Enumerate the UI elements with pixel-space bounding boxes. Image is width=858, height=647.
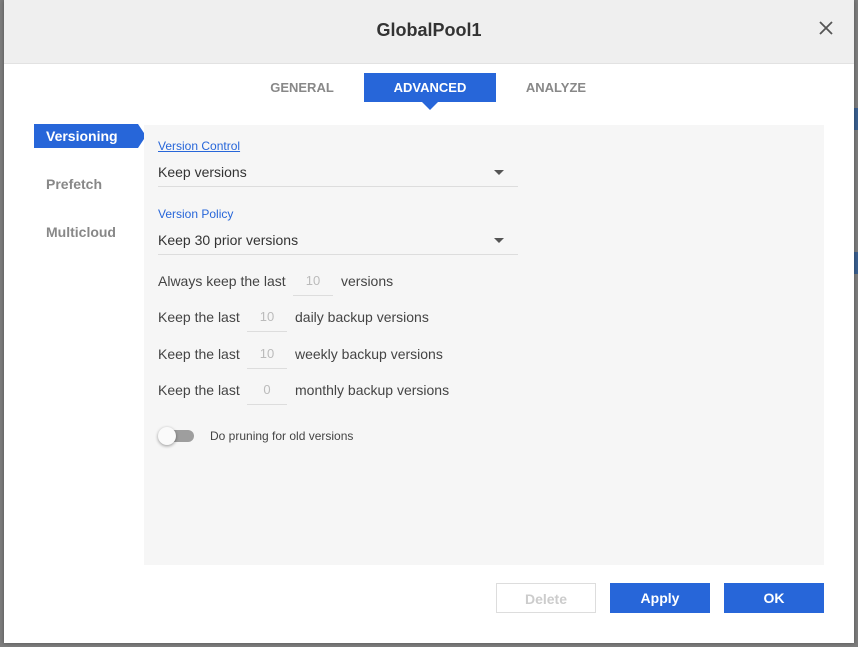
toggle-knob [158,427,176,445]
dialog-titlebar: GlobalPool1 [4,0,854,64]
tab-analyze[interactable]: ANALYZE [506,73,606,102]
version-control-label: Version Control [158,139,241,153]
weekly-suffix: weekly backup versions [295,346,443,362]
always-keep-prefix: Always keep the last [158,273,286,289]
caret-down-icon [494,238,504,243]
version-policy-select[interactable]: Keep 30 prior versions [158,226,518,255]
sidebar-item-multicloud[interactable]: Multicloud [34,220,116,244]
delete-button[interactable]: Delete [496,583,596,613]
tab-bar: GENERAL ADVANCED ANALYZE [4,73,854,110]
sidebar-item-prefetch[interactable]: Prefetch [34,172,102,196]
version-policy-value: Keep 30 prior versions [158,232,299,248]
version-control-value: Keep versions [158,164,247,180]
weekly-prefix: Keep the last [158,346,240,362]
weekly-input[interactable] [247,339,287,369]
sidebar-item-versioning[interactable]: Versioning [34,124,146,148]
dialog-title: GlobalPool1 [376,20,482,40]
always-keep-input[interactable] [293,266,333,296]
monthly-suffix: monthly backup versions [295,382,450,398]
ok-button[interactable]: OK [724,583,824,613]
close-icon[interactable] [816,18,836,38]
daily-row: Keep the last daily backup versions [158,302,558,332]
daily-input[interactable] [247,302,287,332]
monthly-input[interactable] [247,375,287,405]
always-keep-suffix: versions [341,273,394,289]
apply-button[interactable]: Apply [610,583,710,613]
version-policy-label: Version Policy [158,207,234,221]
daily-suffix: daily backup versions [295,309,429,325]
versioning-panel: Version Control Keep versions Version Po… [144,125,824,565]
pool-settings-dialog: GlobalPool1 GENERAL ADVANCED ANALYZE Ver… [4,0,854,643]
version-control-select[interactable]: Keep versions [158,158,518,187]
weekly-row: Keep the last weekly backup versions [158,339,558,369]
always-keep-row: Always keep the last versions [158,266,558,296]
pruning-toggle[interactable] [158,427,194,445]
tab-general[interactable]: GENERAL [252,73,352,102]
monthly-prefix: Keep the last [158,382,240,398]
caret-down-icon [494,170,504,175]
tab-advanced[interactable]: ADVANCED [364,73,496,110]
pruning-label: Do pruning for old versions [210,429,354,443]
daily-prefix: Keep the last [158,309,240,325]
monthly-row: Keep the last monthly backup versions [158,375,558,405]
